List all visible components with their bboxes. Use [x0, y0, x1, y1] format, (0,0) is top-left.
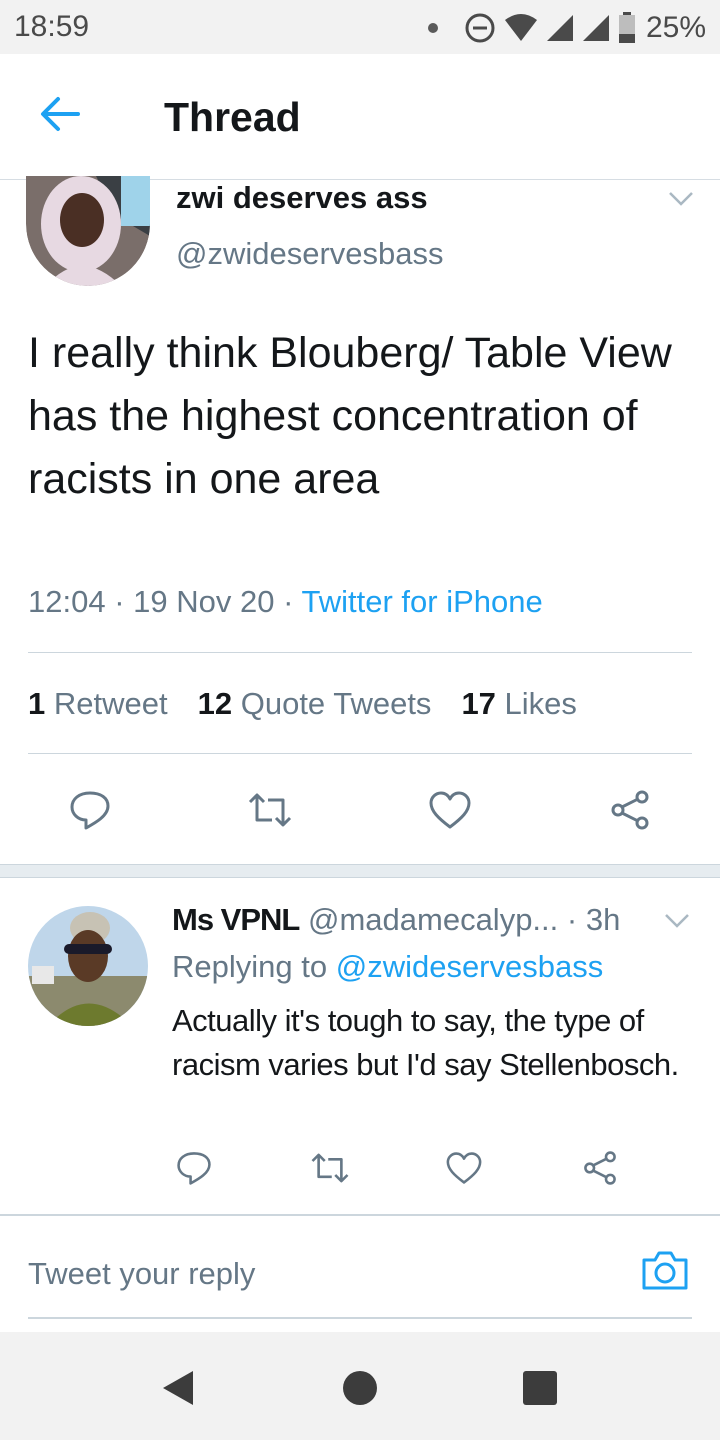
recents-square-icon[interactable] [522, 1370, 558, 1406]
reply-tweet[interactable]: Ms VPNL @madamecalyp... · 3h Replying to… [0, 878, 720, 1216]
reply-button[interactable] [66, 786, 114, 834]
section-separator [0, 864, 720, 878]
avatar[interactable] [26, 176, 150, 286]
status-time: 18:59 [14, 10, 90, 43]
reply-input[interactable]: Tweet your reply [28, 1256, 255, 1292]
retweet-icon [248, 793, 292, 827]
replying-to: Replying to @zwideservesbass [172, 949, 603, 985]
reply-icon [177, 1152, 211, 1185]
status-icons: 25% [427, 8, 706, 48]
reply-composer: Tweet your reply [0, 1218, 720, 1332]
chevron-down-icon[interactable] [668, 190, 694, 208]
retweet-button[interactable] [308, 1148, 352, 1188]
chevron-down-icon[interactable] [664, 912, 690, 930]
battery-icon [618, 12, 635, 43]
like-button[interactable] [444, 1148, 484, 1188]
tweet-date: 19 Nov 20 [133, 584, 275, 619]
status-bar: 18:59 25% [0, 0, 720, 54]
composer-underline [28, 1317, 692, 1319]
reply-author-handle[interactable]: @madamecalyp... [308, 902, 558, 937]
like-icon [429, 791, 471, 829]
signal-icon [546, 15, 573, 41]
divider [28, 652, 692, 653]
retweet-button[interactable] [246, 786, 294, 834]
meta-separator: · [114, 584, 125, 619]
reply-button[interactable] [174, 1148, 214, 1188]
share-button[interactable] [580, 1148, 620, 1188]
share-icon [611, 790, 649, 830]
like-icon [446, 1152, 482, 1184]
likes-count: 17 [461, 686, 496, 721]
tweet-meta: 12:04 · 19 Nov 20 · Twitter for iPhone [28, 584, 543, 620]
meta-separator: · [283, 584, 294, 619]
camera-icon [642, 1251, 688, 1290]
back-button[interactable] [38, 94, 88, 138]
reply-author-name[interactable]: Ms VPNL [172, 902, 300, 937]
arrow-left-icon [41, 97, 80, 131]
retweets-label: Retweet [53, 686, 168, 721]
wifi-icon [504, 14, 537, 41]
quotes-stat[interactable]: 12 Quote Tweets [198, 686, 432, 722]
battery-percent: 25% [645, 11, 706, 44]
likes-label: Likes [504, 686, 577, 721]
back-triangle-icon[interactable] [160, 1368, 196, 1408]
tweet-stats: 1 Retweet 12 Quote Tweets 17 Likes [28, 686, 577, 722]
do-not-disturb-icon [465, 13, 495, 43]
share-icon [584, 1151, 616, 1185]
likes-stat[interactable]: 17 Likes [461, 686, 576, 722]
share-button[interactable] [606, 786, 654, 834]
tweet-text: I really think Blouberg/ Table View has … [28, 329, 672, 503]
reply-header: Ms VPNL @madamecalyp... · 3h [172, 902, 620, 938]
author-name[interactable]: zwi deserves ass [176, 180, 428, 216]
system-nav-bar [0, 1332, 720, 1440]
avatar[interactable] [28, 906, 148, 1026]
like-button[interactable] [426, 786, 474, 834]
notification-dot-icon [427, 23, 438, 33]
tweet-time: 12:04 [28, 584, 106, 619]
reply-age: · 3h [566, 902, 621, 937]
author-handle[interactable]: @zwideservesbass [176, 236, 444, 272]
quotes-count: 12 [197, 686, 233, 721]
tweet-source-link[interactable]: Twitter for iPhone [302, 584, 543, 619]
retweets-stat[interactable]: 1 Retweet [28, 686, 168, 722]
retweets-count: 1 [28, 686, 46, 721]
replying-prefix: Replying to [172, 949, 328, 984]
main-tweet: zwi deserves ass @zwideservesbass I real… [0, 176, 720, 864]
retweet-icon [311, 1153, 349, 1183]
replying-to-link[interactable]: @zwideservesbass [336, 949, 604, 984]
divider [28, 753, 692, 754]
camera-button[interactable] [640, 1248, 690, 1297]
thread-header: Thread [0, 54, 720, 180]
home-circle-icon[interactable] [342, 1370, 378, 1406]
page-title: Thread [164, 94, 301, 140]
quotes-label: Quote Tweets [240, 686, 432, 721]
reply-icon [70, 791, 110, 830]
signal-icon [582, 15, 609, 41]
reply-text: Actually it's tough to say, the type of … [172, 1003, 679, 1082]
